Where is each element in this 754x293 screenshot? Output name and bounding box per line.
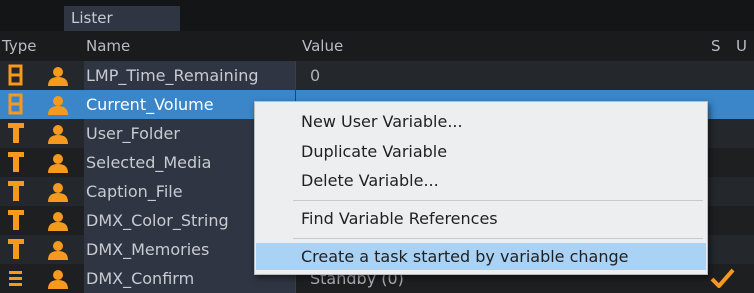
checkmark-icon[interactable]: [709, 268, 735, 288]
tab-lister[interactable]: Lister: [64, 6, 180, 31]
user-icon: [48, 212, 68, 231]
menu-item-delete-variable[interactable]: Delete Variable...: [256, 167, 706, 194]
menu-item-new-user-variable[interactable]: New User Variable...: [256, 108, 706, 135]
user-icon: [48, 96, 68, 115]
column-header-value[interactable]: Value: [302, 37, 343, 55]
table-row[interactable]: LMP_Time_Remaining 0: [0, 61, 754, 90]
number-icon: [8, 93, 23, 115]
column-header-name[interactable]: Name: [86, 37, 130, 55]
user-icon: [48, 125, 68, 144]
user-icon: [48, 183, 68, 202]
variable-name: LMP_Time_Remaining: [86, 66, 259, 85]
context-menu: New User Variable... Duplicate Variable …: [254, 101, 708, 275]
text-icon: [8, 123, 24, 143]
tab-bar: Lister: [0, 0, 754, 31]
column-header: Type Name Value S U: [0, 31, 754, 61]
column-header-type[interactable]: Type: [2, 37, 36, 55]
menu-separator: [293, 200, 703, 201]
column-header-u[interactable]: U: [736, 37, 747, 55]
user-icon: [48, 241, 68, 260]
text-icon: [8, 210, 24, 230]
column-header-s[interactable]: S: [711, 37, 721, 55]
lister-panel: Lister Type Name Value S U LMP_Time_Rema…: [0, 0, 754, 293]
menu-separator: [293, 238, 703, 239]
text-icon: [8, 181, 24, 201]
menu-item-duplicate-variable[interactable]: Duplicate Variable: [256, 138, 706, 165]
text-icon: [8, 239, 24, 259]
list-icon: [9, 271, 22, 286]
text-icon: [8, 152, 24, 172]
variable-value[interactable]: 0: [310, 61, 320, 90]
user-icon: [48, 270, 68, 289]
menu-item-create-task[interactable]: Create a task started by variable change: [256, 243, 706, 270]
user-icon: [48, 154, 68, 173]
menu-item-find-variable-references[interactable]: Find Variable References: [256, 205, 706, 232]
user-icon: [48, 67, 68, 86]
number-icon: [8, 64, 23, 86]
